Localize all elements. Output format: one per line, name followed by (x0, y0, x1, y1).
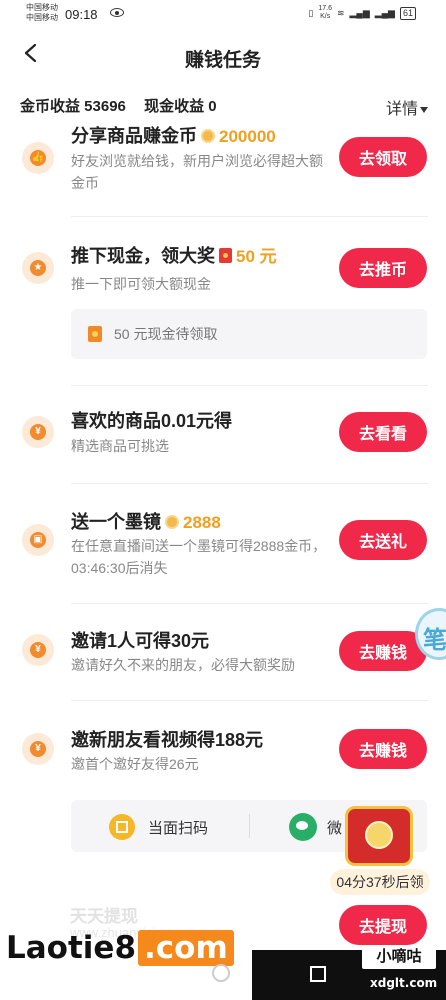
withdraw-button[interactable]: 去提现 (339, 905, 427, 945)
claim-button[interactable]: 去领取 (339, 137, 427, 177)
task-desc: 推一下即可领大额现金 (71, 276, 211, 292)
divider (249, 814, 250, 838)
task-title: 分享商品赚金币 200000 (71, 122, 276, 148)
task-title: 邀新朋友看视频得188元 (71, 730, 264, 750)
task-desc: 邀请好久不来的朋友，必得大额奖励 (71, 657, 295, 673)
scan-label[interactable]: 当面扫码 (148, 817, 208, 838)
speed-unit: K/s (320, 13, 331, 20)
clock: 09:18 (65, 7, 98, 22)
brand-watermark: Laotie8 .com (6, 925, 234, 970)
task-title: 推下现金，领大奖 50 元 (71, 242, 277, 268)
system-icons: ▯ 17.6 K/s ≋ ▂▄▆ ▂▄▆ 61 (308, 5, 416, 21)
signal-icon: ▂▄▆ (349, 7, 370, 18)
battery-icon: 61 (399, 6, 416, 20)
carrier-1: 中国移动 (26, 3, 58, 12)
divider (71, 216, 428, 217)
home-button-icon[interactable] (212, 964, 230, 982)
detail-dropdown[interactable]: 详情 (386, 95, 428, 119)
pending-cash-box[interactable]: 50 元现金待领取 (71, 309, 427, 359)
task-desc: 精选商品可挑选 (71, 438, 169, 454)
brand-main: Laotie8 (6, 929, 137, 966)
red-packet-icon (219, 248, 232, 263)
task-desc: 邀首个邀好友得26元 (71, 756, 199, 772)
divider (71, 483, 428, 484)
yuan-icon: ¥ (22, 733, 54, 765)
eye-icon (110, 8, 124, 17)
nav-bar: 赚钱任务 (0, 36, 446, 76)
earnings-summary: 金币收益 53696 现金收益 0 (20, 95, 231, 116)
wifi-icon: ≋ (336, 7, 345, 18)
task-reward: 50 元 (236, 247, 277, 266)
coin-icon (165, 515, 179, 529)
yuan-icon: ¥ (22, 634, 54, 666)
brand-suffix: .com (138, 929, 234, 966)
earn-button[interactable]: 去赚钱 (339, 729, 427, 769)
gift-chest-widget[interactable]: 04分37秒后领 (330, 806, 430, 901)
yuan-icon: ¥ (22, 416, 54, 448)
caret-down-icon (420, 106, 428, 113)
pending-cash-text: 50 元现金待领取 (114, 326, 218, 342)
task-reward: 2888 (183, 513, 221, 532)
divider (71, 700, 428, 701)
detail-label: 详情 (385, 101, 418, 118)
task-title: 送一个墨镜 2888 (71, 508, 221, 534)
task-reward: 200000 (219, 127, 276, 146)
tv-icon: ▣ (22, 524, 54, 556)
wechat-icon[interactable] (289, 813, 317, 841)
divider (71, 603, 428, 604)
divider (71, 385, 428, 386)
send-gift-button[interactable]: 去送礼 (339, 520, 427, 560)
watermark-badge: 小嘀咕 (362, 945, 436, 969)
clock-icon (365, 821, 393, 849)
bubble-char: 笔 (423, 627, 446, 654)
task-title: 喜欢的商品0.01元得 (71, 411, 233, 431)
qr-scan-icon[interactable] (109, 814, 135, 840)
earn-button[interactable]: 去赚钱 (339, 631, 427, 671)
task-title-text: 送一个墨镜 (71, 512, 161, 532)
vibrate-icon: ▯ (308, 7, 314, 18)
coin-icon (201, 129, 215, 143)
recent-apps-icon[interactable] (310, 966, 326, 982)
signal-icon-2: ▂▄▆ (374, 7, 395, 18)
treasure-chest-icon (345, 806, 413, 866)
page-title: 赚钱任务 (184, 50, 261, 71)
watermark-domain: xdglt.com (370, 976, 438, 990)
task-desc: 好友浏览就给钱，新用户浏览必得超大额金币 (71, 153, 323, 191)
status-bar: 中国移动 中国移动 09:18 ▯ 17.6 K/s ≋ ▂▄▆ ▂▄▆ 61 (0, 0, 446, 30)
carrier-2: 中国移动 (26, 13, 58, 22)
task-title: 邀请1人可得30元 (71, 631, 210, 651)
gift-timer: 04分37秒后领 (330, 869, 430, 895)
star-icon: ★ (22, 252, 54, 284)
partial-task-title: 天天提现 (70, 907, 138, 926)
thumbs-up-icon: 👍 (22, 142, 54, 174)
cash-income: 现金收益 0 (144, 98, 217, 115)
carrier-labels: 中国移动 中国移动 (26, 3, 58, 23)
speed-value: 17.6 (318, 5, 332, 12)
coin-income: 金币收益 53696 (20, 98, 126, 115)
network-speed: 17.6 K/s (318, 5, 332, 21)
view-button[interactable]: 去看看 (339, 412, 427, 452)
push-coin-button[interactable]: 去推币 (339, 248, 427, 288)
task-title-text: 推下现金，领大奖 (71, 246, 215, 266)
red-packet-icon (88, 326, 102, 342)
task-desc: 在任意直播间送一个墨镜可得2888金币，03:46:30后消失 (71, 538, 327, 576)
task-title-text: 分享商品赚金币 (71, 126, 197, 146)
